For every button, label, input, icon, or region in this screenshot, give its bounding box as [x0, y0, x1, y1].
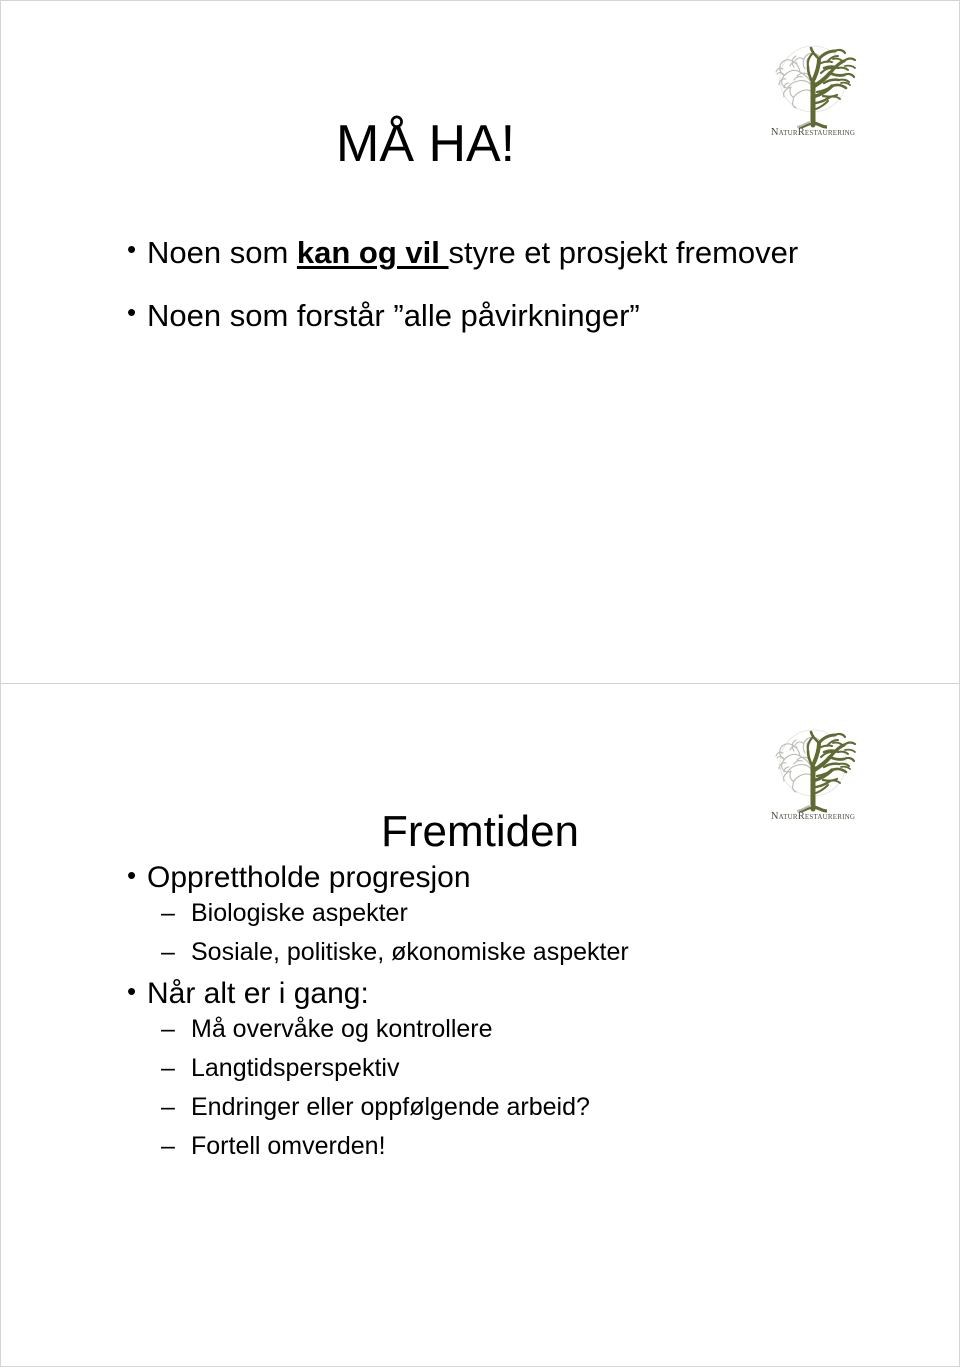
list-item: Fortell omverden!	[121, 1132, 921, 1160]
bullet-text: Sosiale, politiske, økonomiske aspekter	[191, 938, 629, 966]
bullet-text: styre et prosjekt fremover	[448, 235, 799, 270]
list-item: Opprettholde progresjon	[121, 861, 921, 894]
logo-wordmark: NaturRestaurering	[770, 127, 856, 138]
handout-page: MÅ HA! NaturRestaurering • Noen som kan …	[0, 0, 960, 1367]
list-item: Biologiske aspekter	[121, 899, 921, 927]
bullet-text: Må overvåke og kontrollere	[191, 1015, 493, 1043]
bullet-text: Når alt er i gang:	[147, 977, 369, 1010]
list-item: Må overvåke og kontrollere	[121, 1015, 921, 1043]
tree-icon	[775, 45, 857, 129]
bullet-text: Endringer eller oppfølgende arbeid?	[191, 1093, 590, 1121]
slide-1-bullet-list: Noen som kan og vil styre et prosjekt fr…	[121, 235, 921, 363]
slide-2-bullet-list: Opprettholde progresjon Biologiske aspek…	[121, 861, 921, 1173]
emphasised-text: kan og vil	[296, 235, 449, 270]
list-item: Noen som forstår ”alle påvirkninger”	[121, 298, 921, 333]
bullet-text: Noen som	[147, 235, 297, 270]
list-item: Langtidsperspektiv	[121, 1054, 921, 1082]
list-item: Endringer eller oppfølgende arbeid?	[121, 1093, 921, 1121]
naturrestaurering-logo: NaturRestaurering	[753, 39, 873, 149]
naturrestaurering-logo-2: NaturRestaurering	[753, 723, 873, 833]
slide-1: MÅ HA! NaturRestaurering • Noen som kan …	[1, 1, 959, 684]
page-title: MÅ HA!	[336, 114, 516, 173]
bullet-text: Opprettholde progresjon	[147, 861, 471, 894]
bullet-text: Langtidsperspektiv	[191, 1054, 400, 1082]
list-item: Når alt er i gang:	[121, 977, 921, 1010]
list-item: Sosiale, politiske, økonomiske aspekter	[121, 938, 921, 966]
bullet-text: Fortell omverden!	[191, 1132, 386, 1160]
logo-wordmark: NaturRestaurering	[770, 811, 856, 822]
list-item: Noen som kan og vil styre et prosjekt fr…	[121, 235, 921, 270]
bullet-text: Biologiske aspekter	[191, 899, 408, 927]
tree-icon	[775, 729, 857, 813]
bullet-text: Noen som forstår ”alle påvirkninger”	[147, 298, 640, 333]
